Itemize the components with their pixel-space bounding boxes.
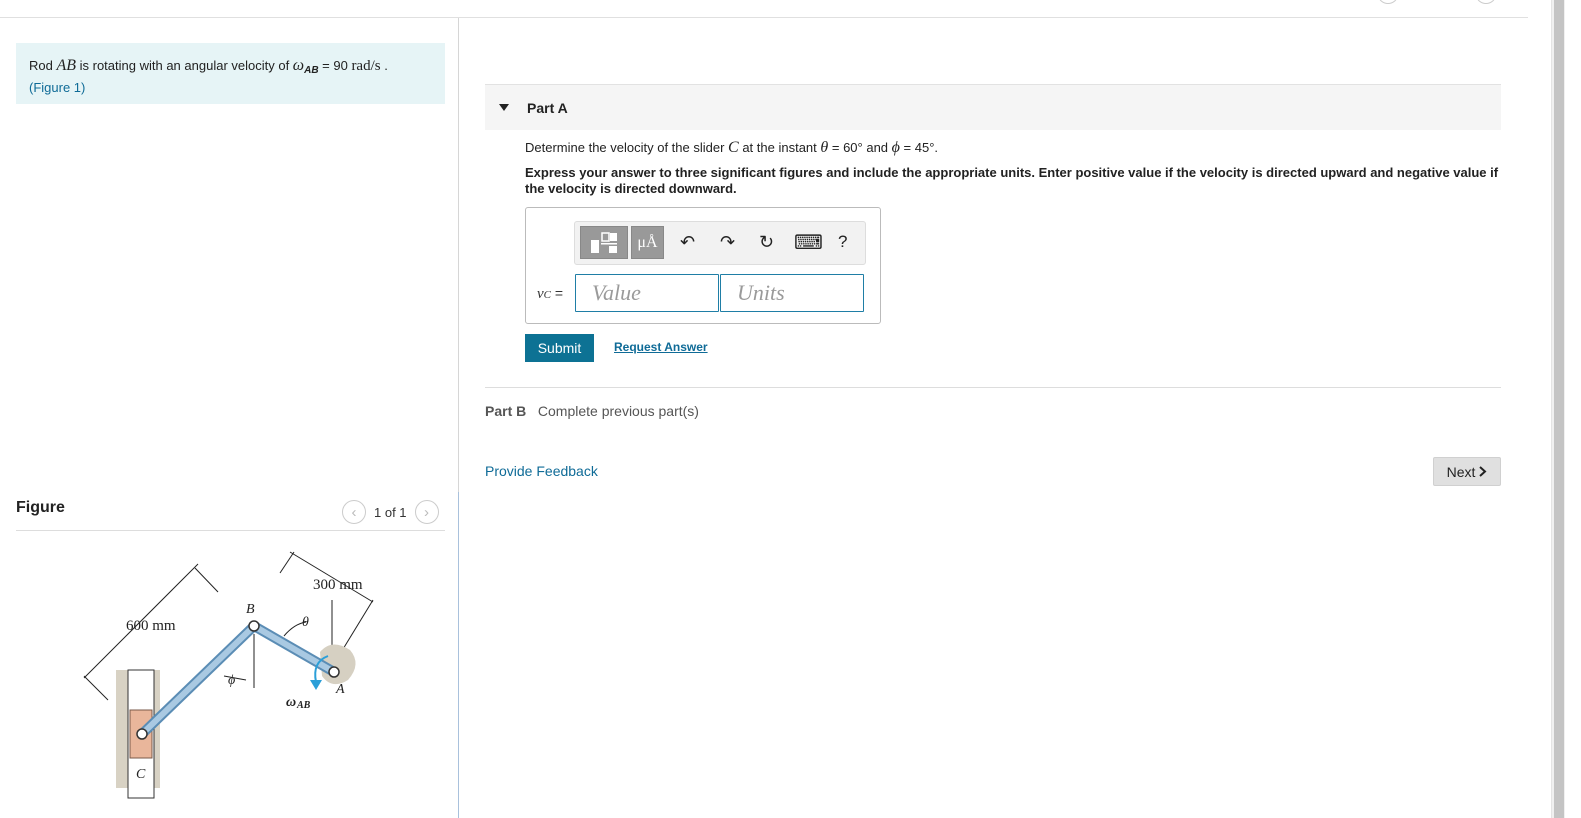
dim-ext-600b	[83, 675, 109, 701]
rod-AB-highlight	[251, 623, 337, 675]
figure-link[interactable]: (Figure 1)	[29, 80, 85, 95]
dim-ext-600	[194, 567, 219, 593]
label-A: A	[335, 682, 345, 697]
label-C: C	[136, 767, 146, 782]
redo-icon[interactable]: ↷	[720, 232, 735, 253]
figure-separator	[16, 530, 445, 531]
figure-prev-button[interactable]: ‹	[342, 500, 366, 524]
label-omega: ω	[286, 695, 296, 710]
part-b-status: Complete previous part(s)	[537, 403, 699, 419]
label-omega-sub: AB	[296, 700, 311, 711]
dim-ext-300b	[339, 599, 374, 655]
question-text-mid: at the instant	[738, 140, 821, 155]
top-border	[0, 17, 1528, 18]
provide-feedback-link[interactable]: Provide Feedback	[485, 463, 598, 479]
label-phi: ϕ	[228, 673, 235, 688]
templates-icon	[591, 231, 617, 253]
column-divider-accent	[458, 492, 459, 818]
top-control-edge[interactable]	[1476, 0, 1496, 4]
templates-button[interactable]	[580, 226, 628, 259]
scrollbar-thumb[interactable]	[1554, 0, 1564, 818]
part-a-title: Part A	[527, 100, 568, 116]
part-a-header[interactable]: Part A	[485, 84, 1501, 130]
undo-icon[interactable]: ↶	[680, 232, 695, 253]
dim-ext-300	[279, 551, 295, 574]
figure-heading: Figure	[16, 499, 65, 516]
question-text: Determine the velocity of the slider	[525, 140, 729, 155]
problem-unit: rad/s	[351, 58, 381, 74]
figure-counter: 1 of 1	[374, 504, 407, 520]
problem-text-suffix: .	[380, 58, 388, 73]
pin-C	[136, 728, 148, 740]
problem-omega-value: = 90	[318, 58, 352, 73]
question-and: and	[866, 140, 892, 155]
answer-box: μÅ ↶ ↷ ↻ ⌨ ? vC =	[525, 207, 881, 324]
pin-A	[328, 666, 340, 678]
top-control-edge[interactable]	[1378, 0, 1398, 4]
variable-v: v	[537, 286, 544, 302]
chevron-right-icon: ›	[424, 503, 430, 521]
part-b-separator	[485, 387, 1501, 388]
label-300mm: 300 mm	[313, 577, 363, 593]
keyboard-icon[interactable]: ⌨	[794, 230, 823, 255]
scrollbar[interactable]	[1551, 0, 1565, 818]
units-symbol-icon: μÅ	[637, 233, 658, 251]
omega-arrowhead	[310, 680, 322, 690]
question-theta-value: = 60°	[828, 140, 867, 155]
label-B: B	[246, 602, 255, 617]
chevron-left-icon: ‹	[351, 503, 357, 521]
label-600mm: 600 mm	[126, 618, 176, 634]
next-label: Next	[1446, 463, 1476, 480]
problem-omega-subscript: AB	[304, 65, 319, 76]
value-input[interactable]	[575, 274, 719, 312]
reset-icon[interactable]: ↻	[759, 232, 774, 253]
caret-down-icon[interactable]	[499, 104, 509, 111]
question-slider-C: C	[728, 139, 739, 156]
chevron-right-icon	[1479, 466, 1487, 477]
variable-equals: =	[551, 285, 564, 301]
question-phi: ϕ	[891, 139, 900, 156]
mechanism-figure: 600 mm 300 mm B A C θ ϕ ω AB	[83, 551, 374, 799]
pin-B	[248, 620, 260, 632]
part-a-instructions: Express your answer to three significant…	[525, 165, 1499, 196]
figure-pager: ‹ 1 of 1 ›	[342, 500, 439, 524]
part-b-row: Part B Complete previous part(s)	[485, 403, 699, 419]
math-toolbar: μÅ ↶ ↷ ↻ ⌨ ?	[574, 221, 866, 265]
part-a-question: Determine the velocity of the slider C a…	[525, 139, 938, 157]
problem-statement: Rod AB is rotating with an angular veloc…	[16, 43, 445, 104]
answer-variable-label: vC =	[537, 285, 563, 303]
problem-text-middle: is rotating with an angular velocity of	[76, 58, 293, 73]
figure-next-button[interactable]: ›	[414, 500, 439, 524]
units-input[interactable]	[720, 274, 864, 312]
request-answer-link[interactable]: Request Answer	[614, 340, 708, 354]
problem-rod-label: AB	[56, 57, 77, 74]
problem-omega-symbol: ω	[292, 57, 305, 74]
next-button[interactable]: Next	[1433, 457, 1501, 486]
problem-text-prefix: Rod	[29, 58, 57, 73]
units-symbol-button[interactable]: μÅ	[631, 226, 664, 259]
submit-button[interactable]: Submit	[525, 334, 594, 362]
question-phi-value: = 45°.	[899, 140, 939, 155]
help-icon[interactable]: ?	[838, 232, 847, 252]
label-theta: θ	[302, 615, 309, 630]
variable-subscript: C	[543, 289, 552, 301]
part-b-title: Part B	[485, 403, 527, 419]
